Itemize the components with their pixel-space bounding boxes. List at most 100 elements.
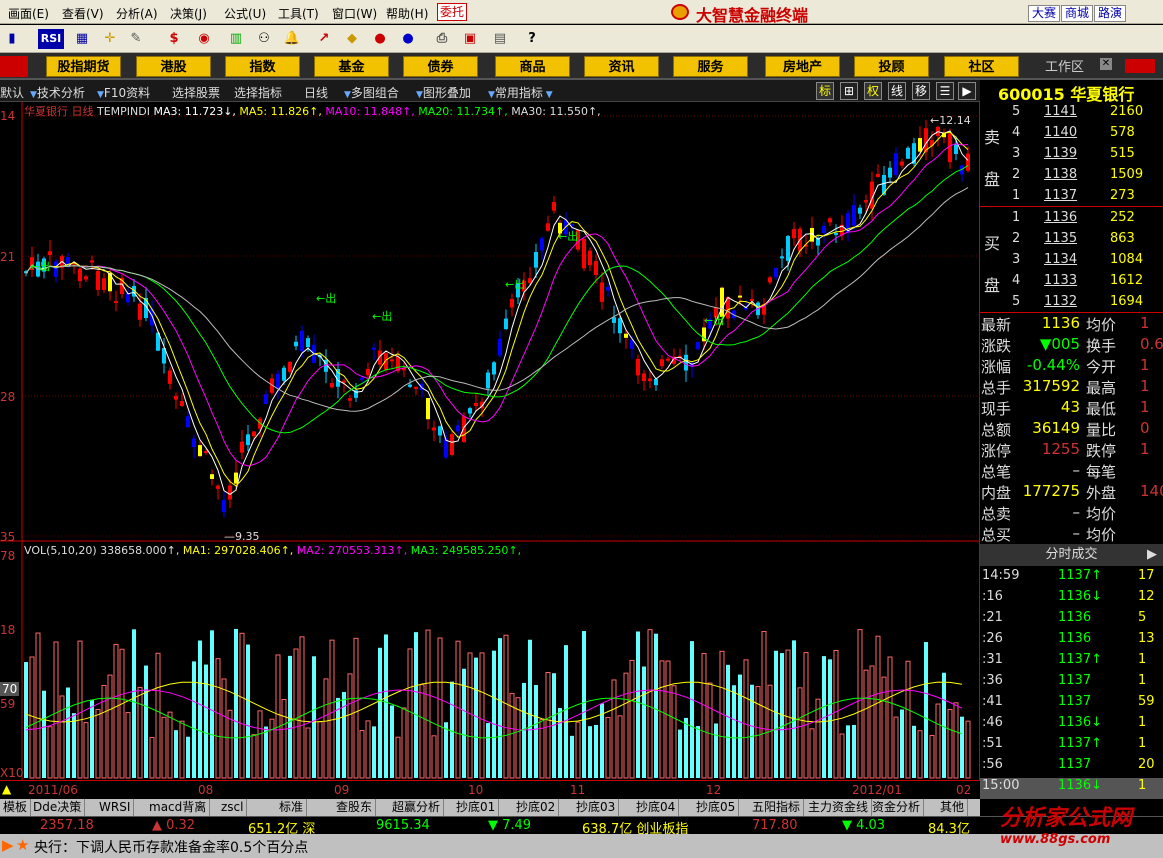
print-icon[interactable]: ⎙ [432, 29, 452, 49]
entrust-button[interactable]: 委托 [437, 3, 467, 21]
list-button[interactable]: ☰ [936, 82, 954, 100]
line-button[interactable]: 线 [888, 82, 906, 100]
tab-template[interactable]: 模板 [0, 799, 32, 816]
home-tab[interactable] [0, 56, 28, 77]
cat-commodity[interactable]: 商品 [495, 56, 570, 77]
tab-macd[interactable]: macd背离 [146, 799, 211, 816]
trend-icon[interactable]: ↗ [314, 29, 334, 49]
tab-wuyang[interactable]: 五阳指标 [749, 799, 805, 816]
tab-other[interactable]: 其他 [937, 799, 969, 816]
tab-bottom03[interactable]: 抄底03 [573, 799, 620, 816]
kline-chart[interactable]: ←12.14 —9.35 ←出 ←出 ←出 ←出 ←出 ←出 [0, 102, 980, 780]
menu-window[interactable]: 窗口(W) [332, 5, 377, 22]
rights-button[interactable]: 权 [864, 82, 882, 100]
cat-hk[interactable]: 港股 [136, 56, 211, 77]
close-icon[interactable]: ✕ [1100, 58, 1112, 70]
grid-button[interactable]: ⊞ [840, 82, 858, 100]
sell-row[interactable]: 1 1137 273 [980, 188, 1163, 209]
menu-help[interactable]: 帮助(H) [386, 5, 428, 22]
news-ticker[interactable]: 央行：下调人民币存款准备金率0.5个百分点 [34, 837, 308, 857]
func-select-stock[interactable]: 选择股票 [172, 84, 220, 101]
func-overlay[interactable]: ▼图形叠加 [416, 84, 471, 101]
workarea-label[interactable]: 工作区 [1045, 56, 1084, 75]
tab-standard[interactable]: 标准 [276, 799, 308, 816]
cat-news[interactable]: 资讯 [584, 56, 659, 77]
help-icon[interactable]: ? [522, 29, 542, 49]
cat-advisor[interactable]: 投顾 [854, 56, 929, 77]
menu-view[interactable]: 查看(V) [62, 5, 104, 22]
tab-bottom05[interactable]: 抄底05 [693, 799, 740, 816]
tab-bottom02[interactable]: 抄底02 [513, 799, 560, 816]
out-signal: ←出 [558, 229, 578, 243]
volume-bar [522, 682, 526, 778]
tab-capital-analysis[interactable]: 资金分析 [869, 799, 925, 816]
diamond-icon[interactable]: ◆ [342, 29, 362, 49]
mall-button[interactable]: 商城 [1061, 5, 1094, 22]
tab-analysis[interactable]: 超赢分析 [389, 799, 445, 816]
func-f10[interactable]: ▼F10资料 [97, 84, 150, 101]
record-icon[interactable]: ● [370, 29, 390, 49]
candle-body [894, 153, 898, 175]
func-default[interactable]: 默认 [0, 84, 24, 101]
func-daily[interactable]: 日线 [304, 84, 328, 101]
chart-area[interactable]: ←12.14 —9.35 ←出 ←出 ←出 ←出 ←出 ←出 [0, 102, 980, 780]
mark-button[interactable]: 标 [816, 82, 834, 100]
tab-shareholders[interactable]: 查股东 [333, 799, 377, 816]
binoculars-icon[interactable]: ⚇ [254, 29, 274, 49]
cat-service[interactable]: 服务 [673, 56, 748, 77]
minimize-icon[interactable] [1125, 59, 1155, 73]
tab-capital-line[interactable]: 主力资金线 [805, 799, 873, 816]
volume-bar [707, 682, 713, 779]
grid-icon[interactable]: ▦ [72, 29, 92, 49]
cat-bond[interactable]: 债券 [403, 56, 478, 77]
ticks-header[interactable]: 分时成交 ▶ [980, 544, 1163, 566]
cat-index[interactable]: 指数 [225, 56, 300, 77]
cat-futures[interactable]: 股指期货 [46, 56, 121, 77]
globe-icon[interactable]: ● [398, 29, 418, 49]
sell-row[interactable]: 3 1139 515 [980, 146, 1163, 167]
buy-row[interactable]: 2 1135 863 [980, 231, 1163, 252]
screen-icon[interactable]: ▣ [460, 29, 480, 49]
func-multi[interactable]: ▼多图组合 [344, 84, 399, 101]
volume-bar [833, 649, 839, 779]
cat-fund[interactable]: 基金 [314, 56, 389, 77]
move-button[interactable]: 移 [912, 82, 930, 100]
layout-icon[interactable]: ▤ [490, 29, 510, 49]
contest-button[interactable]: 大赛 [1028, 5, 1061, 22]
dollar-button[interactable]: $ [164, 29, 184, 49]
menu-tools[interactable]: 工具(T) [278, 5, 319, 22]
menu-decision[interactable]: 决策(J) [170, 5, 207, 22]
alarm-icon[interactable]: 🔔 [282, 29, 302, 49]
func-tech[interactable]: ▼技术分析 [30, 84, 85, 101]
cat-realestate[interactable]: 房地产 [765, 56, 840, 77]
roadshow-button[interactable]: 路演 [1094, 5, 1127, 22]
func-select-indicator[interactable]: 选择指标 [234, 84, 282, 101]
menu-screen[interactable]: 画面(E) [8, 5, 49, 22]
tab-bottom04[interactable]: 抄底04 [633, 799, 680, 816]
rsi-button[interactable]: RSI [38, 29, 64, 49]
bars-icon[interactable]: ▥ [226, 29, 246, 49]
ruler-icon[interactable]: ✎ [126, 29, 146, 49]
menu-analysis[interactable]: 分析(A) [116, 5, 158, 22]
sell-row[interactable]: 5 1141 2160 [980, 104, 1163, 125]
tab-bottom01[interactable]: 抄底01 [453, 799, 500, 816]
volume-bar [809, 728, 815, 779]
buy-row[interactable]: 1 1136 252 [980, 210, 1163, 231]
func-common[interactable]: ▼常用指标 ▼ [488, 84, 553, 101]
tab-dde[interactable]: Dde决策 [30, 799, 86, 816]
tab-zscl[interactable]: zscl [218, 799, 248, 816]
x-marker-icon[interactable]: ▲ [2, 782, 11, 796]
candle-body [876, 173, 880, 178]
sell-row[interactable]: 2 1138 1509 [980, 167, 1163, 188]
crosshair-icon[interactable]: ✛ [100, 29, 120, 49]
cat-community[interactable]: 社区 [944, 56, 1019, 77]
compare-icon[interactable]: ◉ [194, 29, 214, 49]
menu-formula[interactable]: 公式(U) [224, 5, 266, 22]
tab-wrsi[interactable]: WRSI [96, 799, 135, 816]
volume-bar [425, 629, 431, 779]
buy-row[interactable]: 3 1134 1084 [980, 252, 1163, 273]
kline-icon[interactable]: ▮ [2, 29, 22, 49]
sell-row[interactable]: 4 1140 578 [980, 125, 1163, 146]
play-button[interactable]: ▶ [958, 82, 976, 100]
buy-row[interactable]: 4 1133 1612 [980, 273, 1163, 294]
